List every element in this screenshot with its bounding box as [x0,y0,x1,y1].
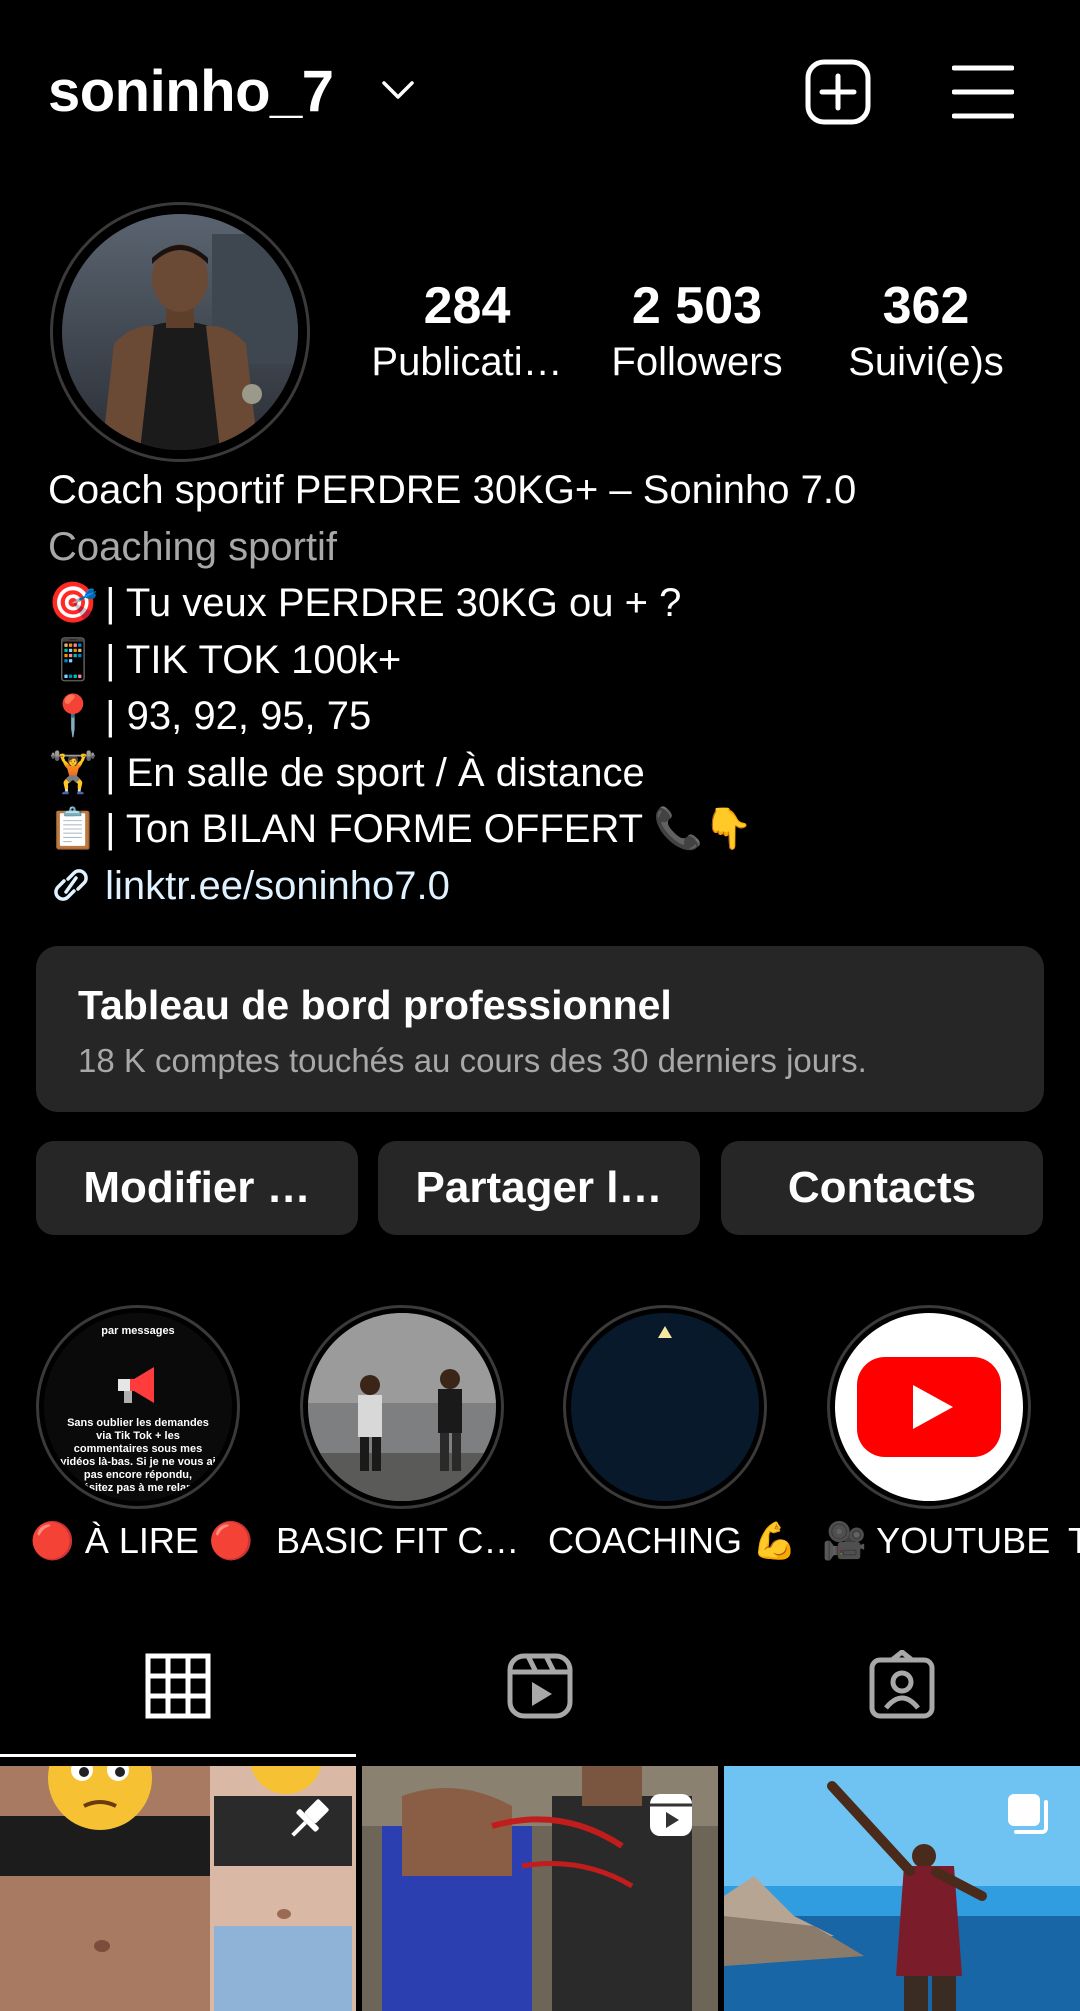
triangle-icon [658,1326,672,1338]
highlight-label: BASIC FIT C… [276,1520,520,1561]
bio-link-row[interactable]: linktr.ee/soninho7.0 [48,858,1048,915]
followers-count: 2 503 [631,277,763,335]
create-post-icon[interactable] [804,58,872,126]
stat-following[interactable]: 362 Suivi(e)s [826,276,1026,388]
bio-line: 📱 | TIK TOK 100k+ [48,632,1048,689]
highlight-label: 🔴 À LIRE 🔴 [30,1520,254,1561]
menu-icon[interactable] [952,62,1014,122]
bio-link[interactable]: linktr.ee/soninho7.0 [105,864,450,908]
edit-profile-button[interactable]: Modifier … [36,1141,358,1235]
pin-icon: 📍 [48,693,98,739]
tagged-icon[interactable] [866,1650,938,1722]
bio-line: 📍 | 93, 92, 95, 75 [48,688,1048,745]
highlight-basic-fit[interactable] [308,1313,496,1501]
chevron-down-icon[interactable] [380,78,416,102]
highlight-coaching[interactable] [571,1313,759,1501]
bio-text: | 93, 92, 95, 75 [105,694,372,738]
highlight-cover-text: Sans oublier les demandes via Tik Tok + … [60,1417,216,1494]
profile-category: Coaching sportif [48,524,338,569]
link-icon [54,868,88,901]
avatar[interactable] [62,214,298,450]
target-icon: 🎯 [48,580,98,626]
bio-line: 📋 | Ton BILAN FORME OFFERT 📞👇 [48,801,1048,858]
following-label: Suivi(e)s [848,340,1004,384]
clipboard-icon: 📋 [48,806,98,852]
posts-count: 284 [423,277,511,335]
following-count: 362 [882,277,970,335]
carousel-icon [1008,1794,1048,1834]
reels-icon[interactable] [504,1650,576,1722]
bio-text: | Tu veux PERDRE 30KG ou + ? [105,581,682,625]
highlight-label: 🎥 YOUTUBE [822,1520,1051,1561]
dashboard-subtitle: 18 K comptes touchés au cours des 30 der… [78,1042,867,1079]
professional-dashboard[interactable]: Tableau de bord professionnel 18 K compt… [36,946,1044,1112]
highlight-a-lire[interactable]: par messages Sans oublier les demandes v… [44,1313,232,1501]
bio-text: | En salle de sport / À distance [105,750,645,795]
pinned-icon [291,1799,329,1837]
active-tab-indicator [0,1754,356,1757]
posts-label: Publicati… [371,340,563,384]
followers-label: Followers [611,340,783,384]
bio-line: 🏋 | En salle de sport / À distance [48,745,1048,802]
weightlifter-icon: 🏋 [48,749,98,796]
contacts-button[interactable]: Contacts [721,1141,1043,1235]
reel-badge-icon [650,1794,692,1836]
stat-posts[interactable]: 284 Publicati… [367,276,567,388]
highlight-cover-top-text: par messages [101,1325,175,1337]
grid-icon[interactable] [142,1650,214,1722]
post-thumbnail[interactable] [724,1766,1080,2011]
bio-text: | TIK TOK 100k+ [105,637,402,682]
post-thumbnail[interactable] [0,1766,356,2011]
bio: Coach sportif PERDRE 30KG+ – Soninho 7.0… [48,462,1048,914]
profile-name: Coach sportif PERDRE 30KG+ – Soninho 7.0 [48,468,857,512]
phone-icon: 📱 [48,636,98,683]
bio-line: 🎯 | Tu veux PERDRE 30KG ou + ? [48,575,1048,632]
highlight-label: COACHING 💪 [548,1520,797,1561]
username[interactable]: soninho_7 [48,58,334,125]
highlight-youtube[interactable] [835,1313,1023,1501]
post-thumbnail[interactable] [362,1766,718,2011]
share-profile-button[interactable]: Partager l… [378,1141,700,1235]
youtube-icon [857,1357,1001,1457]
stat-followers[interactable]: 2 503 Followers [597,276,797,388]
highlight-label: T [1068,1520,1080,1561]
dashboard-title: Tableau de bord professionnel [78,982,672,1028]
megaphone-icon [118,1367,154,1403]
bio-text: | Ton BILAN FORME OFFERT 📞👇 [105,807,754,851]
